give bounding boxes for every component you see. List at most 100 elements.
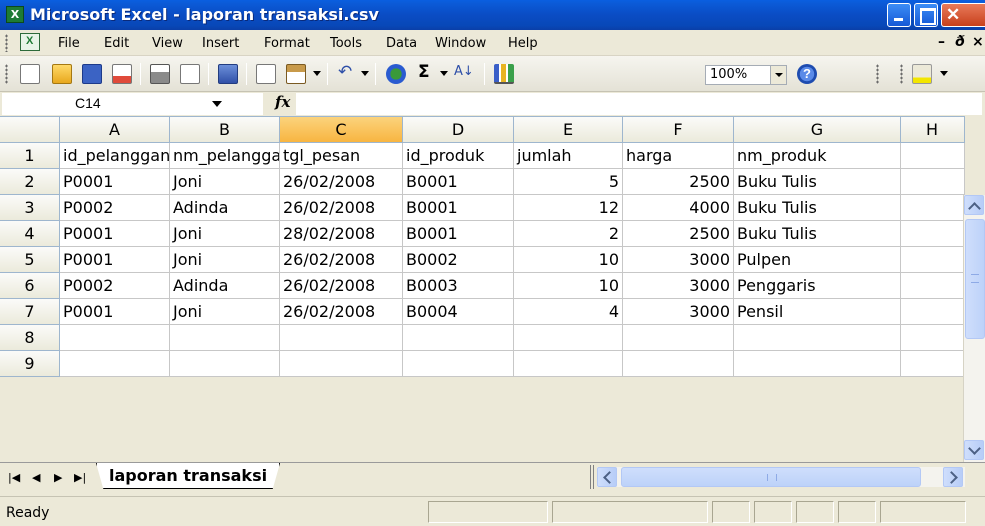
scroll-left-button[interactable]	[597, 467, 617, 487]
column-header-a[interactable]: A	[60, 117, 170, 143]
row-header[interactable]: 5	[0, 247, 60, 273]
menu-window[interactable]: Window	[435, 36, 486, 51]
cell-e7[interactable]: 4	[514, 299, 623, 325]
cell-e8[interactable]	[514, 325, 623, 351]
hyperlink-icon[interactable]	[386, 64, 406, 84]
scroll-up-button[interactable]	[964, 195, 984, 215]
chart-wizard-icon[interactable]	[494, 64, 514, 84]
cell-e4[interactable]: 2	[514, 221, 623, 247]
cell-c7[interactable]: 26/02/2008	[280, 299, 403, 325]
name-box[interactable]: C14	[2, 93, 263, 115]
cell-g1[interactable]: nm_produk	[734, 143, 901, 169]
cell-h1[interactable]	[901, 143, 965, 169]
cell-a4[interactable]: P0001	[60, 221, 170, 247]
menu-format[interactable]: Format	[264, 36, 310, 51]
excel-app-icon[interactable]: X	[6, 6, 24, 23]
cell-h7[interactable]	[901, 299, 965, 325]
cell-a6[interactable]: P0002	[60, 273, 170, 299]
menu-help[interactable]: Help	[508, 36, 538, 51]
column-header-f[interactable]: F	[623, 117, 734, 143]
paste-icon[interactable]	[286, 64, 306, 84]
autosum-icon[interactable]: Σ	[418, 62, 430, 82]
row-header[interactable]: 7	[0, 299, 60, 325]
formula-input[interactable]	[296, 93, 982, 115]
paste-dropdown-icon[interactable]	[313, 71, 321, 76]
cell-d4[interactable]: B0001	[403, 221, 514, 247]
cell-e2[interactable]: 5	[514, 169, 623, 195]
cell-e1[interactable]: jumlah	[514, 143, 623, 169]
first-sheet-button[interactable]: |◀	[8, 471, 20, 484]
cell-e6[interactable]: 10	[514, 273, 623, 299]
cell-b4[interactable]: Joni	[170, 221, 280, 247]
print-preview-icon[interactable]	[180, 64, 200, 84]
cell-h4[interactable]	[901, 221, 965, 247]
cell-h8[interactable]	[901, 325, 965, 351]
cell-g7[interactable]: Pensil	[734, 299, 901, 325]
cell-a2[interactable]: P0001	[60, 169, 170, 195]
cell-b7[interactable]: Joni	[170, 299, 280, 325]
cell-a3[interactable]: P0002	[60, 195, 170, 221]
column-header-e[interactable]: E	[514, 117, 623, 143]
cell-d5[interactable]: B0002	[403, 247, 514, 273]
menu-edit[interactable]: Edit	[104, 36, 129, 51]
cell-c3[interactable]: 26/02/2008	[280, 195, 403, 221]
fill-color-icon[interactable]	[912, 64, 932, 84]
row-header[interactable]: 4	[0, 221, 60, 247]
menu-insert[interactable]: Insert	[202, 36, 239, 51]
cell-e9[interactable]	[514, 351, 623, 377]
permission-icon[interactable]	[112, 64, 132, 84]
cell-c8[interactable]	[280, 325, 403, 351]
horizontal-scrollbar[interactable]	[597, 467, 965, 487]
column-header-d[interactable]: D	[403, 117, 514, 143]
cell-c9[interactable]	[280, 351, 403, 377]
cell-f4[interactable]: 2500	[623, 221, 734, 247]
format-toolbar-grip[interactable]	[900, 64, 903, 84]
scroll-right-button[interactable]	[943, 467, 963, 487]
cell-f3[interactable]: 4000	[623, 195, 734, 221]
save-icon[interactable]	[82, 64, 102, 84]
toolbar-grip[interactable]	[5, 64, 8, 84]
vertical-scroll-thumb[interactable]	[965, 219, 985, 339]
row-header[interactable]: 8	[0, 325, 60, 351]
maximize-button[interactable]	[914, 3, 938, 27]
cell-d9[interactable]	[403, 351, 514, 377]
cell-e3[interactable]: 12	[514, 195, 623, 221]
menu-data[interactable]: Data	[386, 36, 417, 51]
sort-ascending-icon[interactable]: A↓	[454, 64, 474, 79]
menu-grip[interactable]	[5, 34, 8, 52]
cell-b6[interactable]: Adinda	[170, 273, 280, 299]
print-icon[interactable]	[150, 64, 170, 84]
cell-d1[interactable]: id_produk	[403, 143, 514, 169]
cell-a8[interactable]	[60, 325, 170, 351]
zoom-dropdown-icon[interactable]	[770, 66, 786, 84]
horizontal-scroll-thumb[interactable]	[621, 467, 921, 487]
cell-b3[interactable]: Adinda	[170, 195, 280, 221]
row-header[interactable]: 1	[0, 143, 60, 169]
name-box-dropdown-icon[interactable]	[212, 101, 222, 107]
cell-f9[interactable]	[623, 351, 734, 377]
row-header[interactable]: 3	[0, 195, 60, 221]
cell-b9[interactable]	[170, 351, 280, 377]
cell-b1[interactable]: nm_pelanggan	[170, 143, 280, 169]
new-icon[interactable]	[20, 64, 40, 84]
cell-d6[interactable]: B0003	[403, 273, 514, 299]
cell-c2[interactable]: 26/02/2008	[280, 169, 403, 195]
cell-g3[interactable]: Buku Tulis	[734, 195, 901, 221]
cell-h3[interactable]	[901, 195, 965, 221]
menu-view[interactable]: View	[152, 36, 183, 51]
menu-tools[interactable]: Tools	[330, 36, 362, 51]
cell-f8[interactable]	[623, 325, 734, 351]
cell-a7[interactable]: P0001	[60, 299, 170, 325]
vertical-scrollbar[interactable]	[963, 195, 985, 462]
help-icon[interactable]: ?	[797, 64, 817, 84]
cell-g4[interactable]: Buku Tulis	[734, 221, 901, 247]
column-header-b[interactable]: B	[170, 117, 280, 143]
undo-icon[interactable]: ↶	[338, 62, 352, 82]
cell-h6[interactable]	[901, 273, 965, 299]
cell-d7[interactable]: B0004	[403, 299, 514, 325]
cell-f7[interactable]: 3000	[623, 299, 734, 325]
cell-d8[interactable]	[403, 325, 514, 351]
research-icon[interactable]	[218, 64, 238, 84]
select-all-button[interactable]	[0, 117, 60, 143]
toolbar-overflow-button[interactable]	[876, 64, 879, 84]
